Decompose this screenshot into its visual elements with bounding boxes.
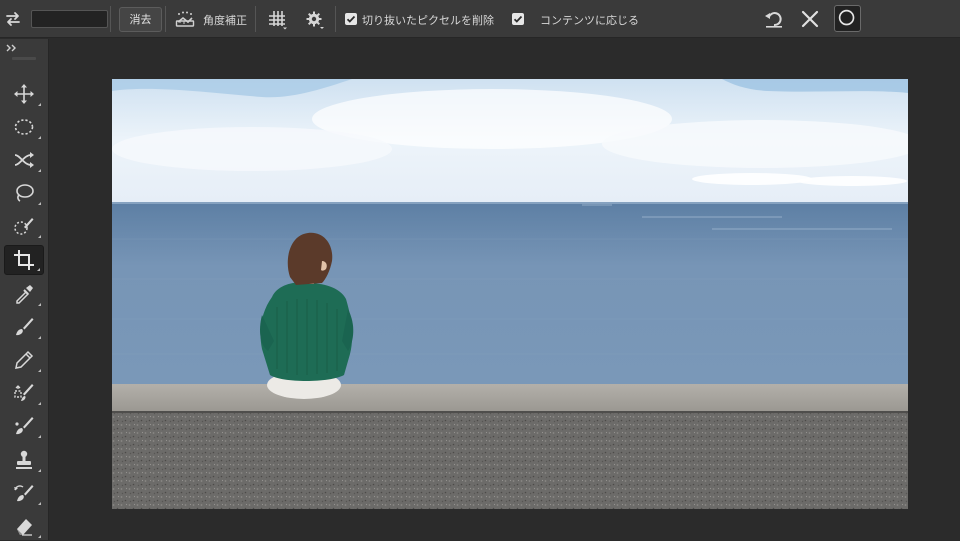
separator (110, 6, 111, 32)
delete-cropped-pixels-checkbox[interactable] (345, 13, 357, 25)
separator (165, 6, 166, 32)
brush-tool[interactable] (4, 312, 44, 342)
eraser-tool[interactable] (4, 511, 44, 541)
path-selection-icon (14, 152, 34, 168)
eraser-icon (17, 519, 32, 536)
straighten-icon[interactable] (175, 10, 195, 28)
tools-panel (0, 39, 49, 540)
content-aware-move-icon (14, 384, 34, 402)
gear-icon[interactable] (305, 10, 325, 30)
healing-brush-tool[interactable] (4, 411, 44, 441)
delete-cropped-pixels-label[interactable]: 切り抜いたピクセルを削除 (362, 12, 494, 28)
lasso-tool[interactable] (4, 178, 44, 208)
eyedropper-tool[interactable] (4, 279, 44, 309)
swap-ratio-icon[interactable] (3, 9, 23, 29)
separator (335, 6, 336, 32)
quick-selection-icon (14, 218, 34, 235)
history-brush-tool[interactable] (4, 478, 44, 508)
elliptical-marquee-icon (14, 119, 34, 135)
eyedropper-icon (16, 285, 33, 304)
move-icon (14, 84, 34, 104)
crop-tool[interactable] (4, 245, 44, 275)
cancel-crop-icon[interactable] (800, 9, 820, 29)
overlay-grid-icon[interactable] (267, 9, 288, 30)
content-aware-move-tool[interactable] (4, 378, 44, 408)
pencil-tool[interactable] (4, 345, 44, 375)
reset-icon[interactable] (763, 8, 785, 30)
document-canvas[interactable] (112, 79, 908, 509)
healing-brush-icon (15, 417, 34, 435)
brush-icon (16, 318, 34, 336)
expand-panel-icon[interactable] (5, 42, 19, 54)
path-selection-tool[interactable] (4, 145, 44, 175)
clone-stamp-tool[interactable] (4, 445, 44, 475)
ratio-input[interactable] (31, 10, 108, 28)
clear-button[interactable]: 消去 (119, 7, 162, 32)
commit-circle-icon (838, 9, 855, 26)
marquee-tool[interactable] (4, 112, 44, 142)
separator (255, 6, 256, 32)
crop-icon (14, 250, 34, 270)
straighten-label[interactable]: 角度補正 (203, 12, 247, 28)
content-aware-label[interactable]: コンテンツに応じる (540, 12, 639, 28)
pencil-icon (15, 350, 34, 369)
lasso-icon (16, 184, 34, 202)
move-tool[interactable] (4, 79, 44, 109)
panel-grip[interactable] (12, 57, 36, 60)
content-aware-checkbox[interactable] (512, 13, 524, 25)
history-brush-icon (14, 485, 34, 502)
options-bar: 消去 角度補正 切り抜いたピクセルを削除 コンテンツに応じる (0, 0, 960, 38)
stamp-icon (16, 450, 32, 469)
photo-image (112, 79, 908, 509)
quick-selection-tool[interactable] (4, 211, 44, 241)
commit-crop-button[interactable] (834, 5, 861, 32)
